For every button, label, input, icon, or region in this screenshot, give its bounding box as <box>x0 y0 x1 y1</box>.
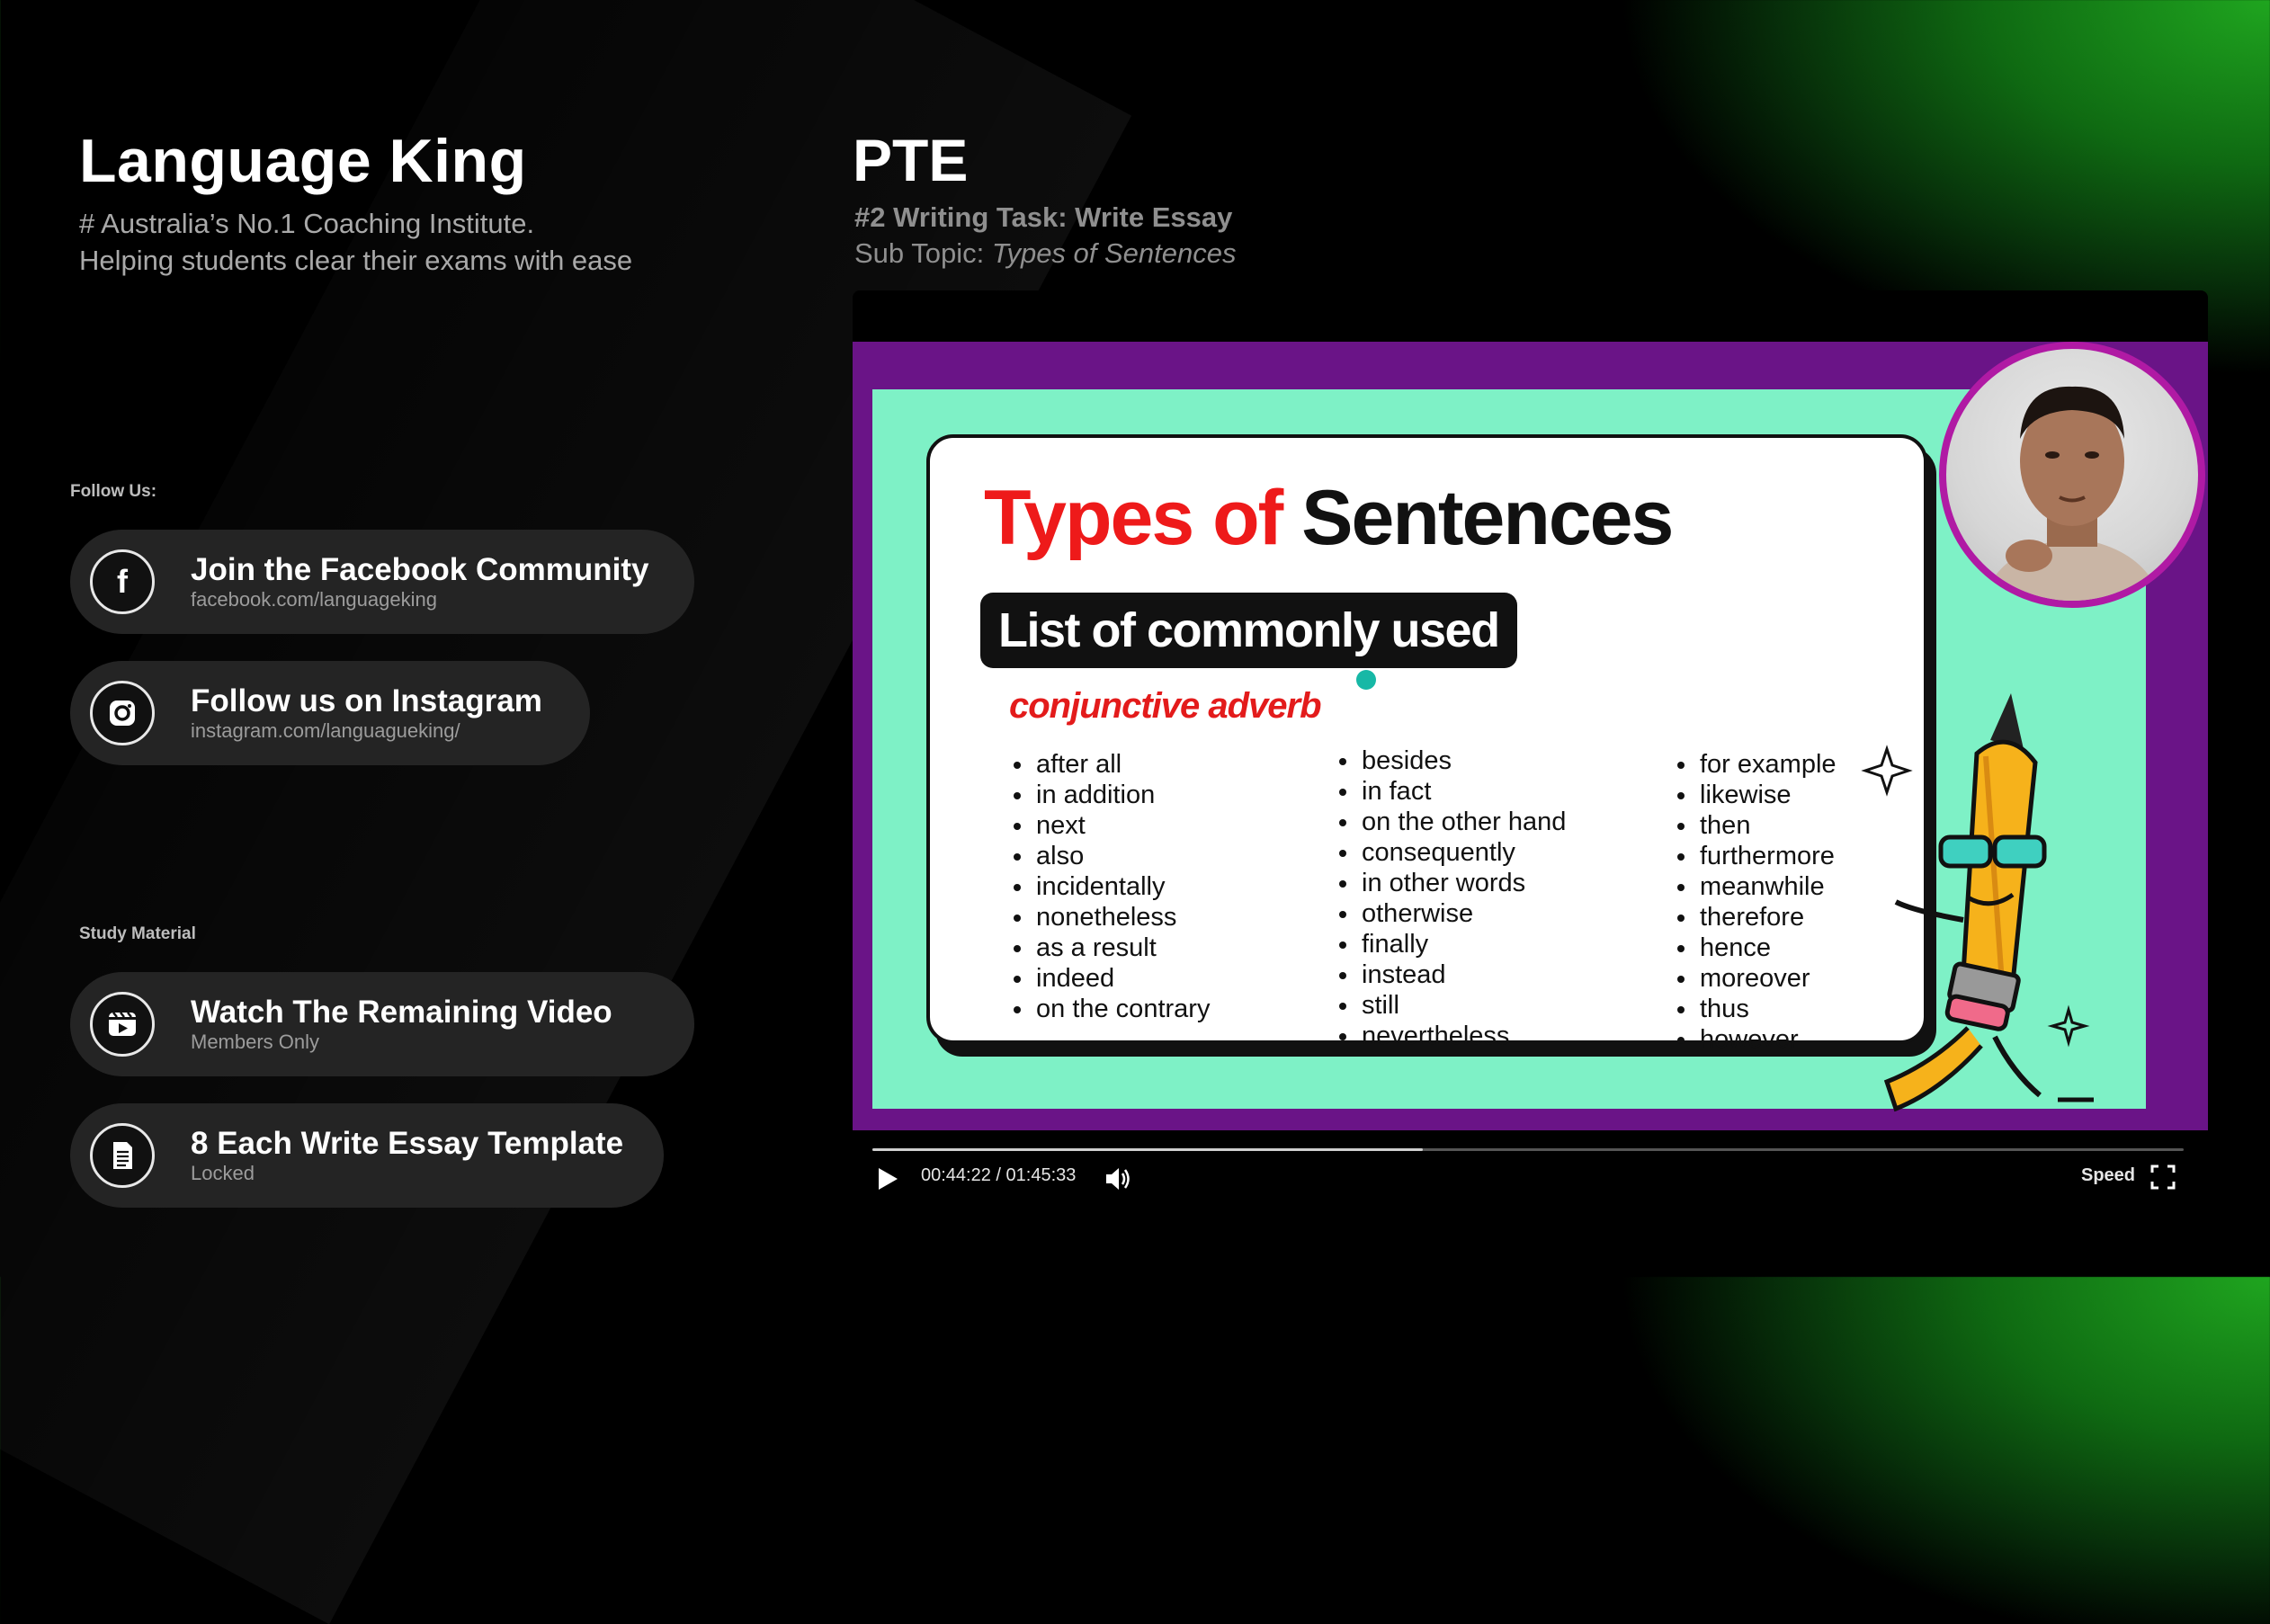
adverb-item: on the contrary <box>1034 994 1210 1024</box>
adverb-item: thus <box>1698 994 1837 1024</box>
adverb-item: furthermore <box>1698 841 1837 871</box>
play-icon <box>879 1168 898 1190</box>
time-separator: / <box>990 1165 1006 1185</box>
instagram-link-title: Follow us on Instagram <box>191 683 542 718</box>
adverb-item: in other words <box>1360 868 1566 898</box>
adverb-item: on the other hand <box>1360 807 1566 837</box>
conjunctive-adverb-label: conjunctive adverb <box>1009 686 1322 726</box>
adverb-item: meanwhile <box>1698 871 1837 902</box>
fullscreen-button[interactable] <box>2149 1164 2176 1191</box>
facebook-community-link[interactable]: f Join the Facebook Community facebook.c… <box>70 530 694 634</box>
adverb-item: still <box>1360 990 1566 1021</box>
instagram-icon <box>90 681 155 745</box>
volume-icon <box>1106 1168 1130 1190</box>
svg-text:f: f <box>117 564 129 600</box>
adverb-item: next <box>1034 810 1210 841</box>
progress-fill <box>872 1148 1424 1151</box>
course-title: PTE <box>853 127 969 193</box>
adverb-item: for example <box>1698 749 1837 780</box>
subtopic-label: Sub Topic: <box>854 237 992 269</box>
document-icon <box>90 1123 155 1188</box>
adverb-item: therefore <box>1698 902 1837 932</box>
adverb-item: after all <box>1034 749 1210 780</box>
slide-title-red: Types of <box>984 475 1283 561</box>
slide-title: Types of Sentences <box>984 474 1674 563</box>
duration: 01:45:33 <box>1005 1165 1077 1185</box>
adverb-item: indeed <box>1034 963 1210 994</box>
facebook-link-url: facebook.com/languageking <box>191 588 437 611</box>
play-button[interactable] <box>872 1164 903 1194</box>
video-player[interactable]: Types of Sentences List of commonly used… <box>853 290 2208 1206</box>
brand-tagline: # Australia’s No.1 Coaching Institute. H… <box>79 205 632 279</box>
adverb-item: moreover <box>1698 963 1837 994</box>
list-badge: List of commonly used <box>980 593 1517 668</box>
tagline-line-1: # Australia’s No.1 Coaching Institute. <box>79 208 535 239</box>
template-link-subtitle: Locked <box>191 1162 255 1184</box>
adverb-item: in addition <box>1034 780 1210 810</box>
video-link-title: Watch The Remaining Video <box>191 995 612 1030</box>
task-title: #2 Writing Task: Write Essay <box>854 201 1233 233</box>
adverb-item: incidentally <box>1034 871 1210 902</box>
adverb-item: consequently <box>1360 837 1566 868</box>
template-link-title: 8 Each Write Essay Template <box>191 1126 624 1161</box>
progress-bar[interactable] <box>872 1148 2184 1151</box>
adverb-item: nonetheless <box>1034 902 1210 932</box>
fullscreen-icon <box>2150 1164 2176 1190</box>
brand-title: Language King <box>79 127 527 195</box>
adverb-item: hence <box>1698 932 1837 963</box>
study-material-label: Study Material <box>79 924 196 943</box>
adverb-item: besides <box>1360 745 1566 776</box>
player-controls: 00:44:22 / 01:45:33 Speed <box>853 1131 2208 1206</box>
facebook-link-title: Join the Facebook Community <box>191 552 649 587</box>
adverb-item: in fact <box>1360 776 1566 807</box>
instagram-link[interactable]: Follow us on Instagram instagram.com/lan… <box>70 661 590 765</box>
subtopic: Sub Topic: Types of Sentences <box>854 237 1237 270</box>
facebook-icon: f <box>90 549 155 614</box>
slide-card: Types of Sentences List of commonly used… <box>926 434 1927 1054</box>
adverb-item: also <box>1034 841 1210 871</box>
adverb-column-3: for examplelikewisethenfurthermoremeanwh… <box>1671 749 1837 1055</box>
adverb-item: instead <box>1360 959 1566 990</box>
adverb-item: finally <box>1360 929 1566 959</box>
watch-remaining-video-button[interactable]: Watch The Remaining Video Members Only <box>70 972 694 1076</box>
volume-button[interactable] <box>1103 1164 1133 1194</box>
pointer-dot <box>1356 670 1376 690</box>
current-time: 00:44:22 <box>921 1165 991 1185</box>
follow-us-label: Follow Us: <box>70 482 157 501</box>
pencil-mascot <box>1861 693 2094 1112</box>
adverb-item: otherwise <box>1360 898 1566 929</box>
adverb-item: however <box>1698 1024 1837 1055</box>
adverb-item: nevertheless <box>1360 1021 1566 1051</box>
adverb-column-1: after allin additionnextalsoincidentally… <box>1007 749 1210 1024</box>
adverb-item: likewise <box>1698 780 1837 810</box>
instagram-link-url: instagram.com/languagueking/ <box>191 719 460 742</box>
adverb-item: then <box>1698 810 1837 841</box>
subtopic-value: Types of Sentences <box>991 237 1237 269</box>
adverb-column-2: besidesin facton the other handconsequen… <box>1333 745 1566 1051</box>
tagline-line-2: Helping students clear their exams with … <box>79 245 633 276</box>
video-link-subtitle: Members Only <box>191 1031 320 1053</box>
video-icon <box>90 992 155 1057</box>
presenter-avatar <box>1939 342 2205 608</box>
speed-button[interactable]: Speed <box>2081 1165 2135 1186</box>
essay-template-button[interactable]: 8 Each Write Essay Template Locked <box>70 1103 664 1208</box>
time-display: 00:44:22 / 01:45:33 <box>921 1165 1076 1186</box>
slide-title-black: Sentences <box>1282 475 1674 561</box>
adverb-item: as a result <box>1034 932 1210 963</box>
